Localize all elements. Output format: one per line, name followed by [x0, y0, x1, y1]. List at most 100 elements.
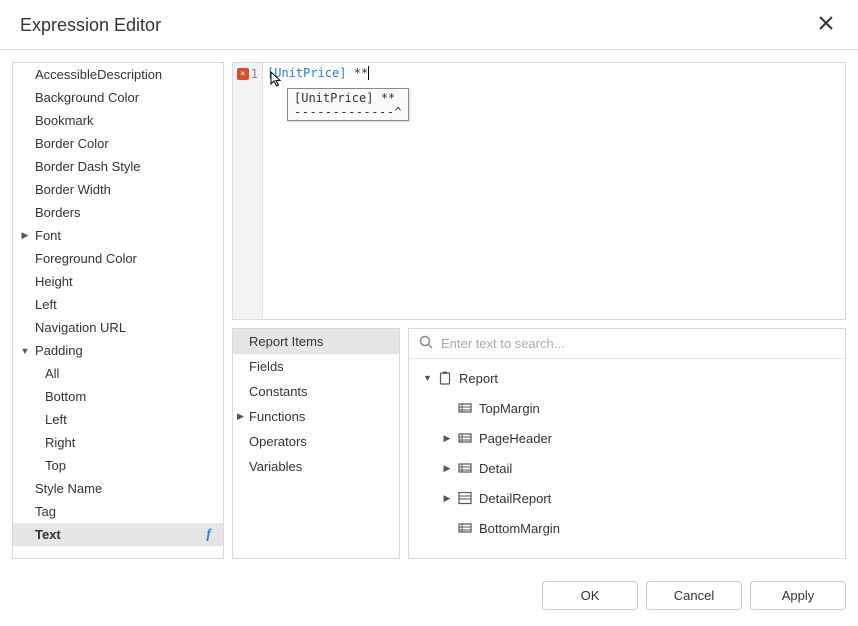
property-label: Borders	[31, 205, 217, 220]
text-caret	[368, 66, 369, 80]
property-label: Foreground Color	[31, 251, 217, 266]
property-item[interactable]: Bottom	[13, 385, 223, 408]
tree-item[interactable]: BottomMargin	[409, 513, 845, 543]
property-item[interactable]: Left	[13, 293, 223, 316]
property-item[interactable]: ▼Padding	[13, 339, 223, 362]
tree-item-label: Report	[459, 371, 498, 386]
property-label: Left	[31, 297, 217, 312]
property-item[interactable]: Borders	[13, 201, 223, 224]
category-label: Operators	[249, 434, 307, 449]
expand-toggle-icon[interactable]: ▶	[19, 230, 31, 241]
cancel-button[interactable]: Cancel	[646, 581, 742, 610]
tree-item-label: BottomMargin	[479, 521, 560, 536]
property-item[interactable]: Textf	[13, 523, 223, 546]
categories-panel[interactable]: Report Items Fields Constants ▶Functions Ope…	[232, 328, 400, 559]
property-label: Style Name	[31, 481, 217, 496]
code-trailing: **	[346, 66, 368, 80]
tree-item[interactable]: ▶DetailReport	[409, 483, 845, 513]
category-item[interactable]: Constants	[233, 379, 399, 404]
property-label: Left	[31, 412, 217, 427]
category-item[interactable]: Report Items	[233, 329, 399, 354]
tree-item[interactable]: ▶PageHeader	[409, 423, 845, 453]
band-icon	[457, 520, 473, 536]
property-label: Background Color	[31, 90, 217, 105]
band-icon	[457, 460, 473, 476]
expand-toggle-icon[interactable]: ▶	[237, 411, 249, 422]
property-label: Top	[31, 458, 217, 473]
property-item[interactable]: Border Color	[13, 132, 223, 155]
category-label: Functions	[249, 409, 305, 424]
property-item[interactable]: Right	[13, 431, 223, 454]
category-item[interactable]: Fields	[233, 354, 399, 379]
expand-toggle-icon[interactable]: ▼	[19, 346, 31, 356]
property-label: Border Color	[31, 136, 217, 151]
expression-editor[interactable]: ✕ 1 [UnitPrice] ** [UnitPrice] ** ------…	[232, 62, 846, 320]
property-item[interactable]: All	[13, 362, 223, 385]
property-item[interactable]: Tag	[13, 500, 223, 523]
property-label: Text	[31, 527, 206, 542]
band-icon	[457, 430, 473, 446]
tree-item-label: Detail	[479, 461, 512, 476]
property-item[interactable]: Border Dash Style	[13, 155, 223, 178]
property-label: Right	[31, 435, 217, 450]
tree-item[interactable]: ▼ Report	[409, 363, 845, 393]
line-number: 1	[251, 67, 258, 81]
property-label: Height	[31, 274, 217, 289]
error-tooltip: [UnitPrice] ** -------------^	[287, 88, 409, 121]
property-item[interactable]: ▶Font	[13, 224, 223, 247]
property-label: AccessibleDescription	[31, 67, 217, 82]
field-token: [UnitPrice]	[267, 66, 346, 80]
clipboard-icon	[437, 370, 453, 386]
band-detail-icon	[457, 490, 473, 506]
close-icon	[818, 15, 834, 31]
tree-item-label: TopMargin	[479, 401, 540, 416]
dialog-title: Expression Editor	[20, 15, 161, 36]
properties-panel[interactable]: AccessibleDescription Background Color Boo…	[12, 62, 224, 559]
tree-item[interactable]: ▶ Detail	[409, 453, 845, 483]
property-item[interactable]: Left	[13, 408, 223, 431]
property-item[interactable]: Style Name	[13, 477, 223, 500]
property-label: Padding	[31, 343, 217, 358]
category-label: Constants	[249, 384, 308, 399]
expand-toggle-icon[interactable]: ▶	[443, 433, 451, 444]
search-input[interactable]	[441, 336, 835, 351]
property-label: Font	[31, 228, 217, 243]
category-label: Fields	[249, 359, 284, 374]
dialog-buttons: OK Cancel Apply	[0, 571, 858, 626]
report-items-tree[interactable]: ▼ReportTopMargin▶PageHeader▶Detail▶Detai…	[409, 359, 845, 547]
expand-toggle-icon[interactable]: ▶	[443, 463, 451, 474]
property-item[interactable]: Navigation URL	[13, 316, 223, 339]
band-icon	[457, 400, 473, 416]
tree-item[interactable]: TopMargin	[409, 393, 845, 423]
property-item[interactable]: Bookmark	[13, 109, 223, 132]
property-item[interactable]: Border Width	[13, 178, 223, 201]
category-item[interactable]: Variables	[233, 454, 399, 479]
property-label: Bottom	[31, 389, 217, 404]
items-panel: ▼ReportTopMargin▶PageHeader▶Detail▶Detai…	[408, 328, 846, 559]
error-icon: ✕	[237, 68, 249, 80]
property-label: All	[31, 366, 217, 381]
apply-button[interactable]: Apply	[750, 581, 846, 610]
property-item[interactable]: Top	[13, 454, 223, 477]
close-button[interactable]	[814, 10, 838, 41]
property-label: Navigation URL	[31, 320, 217, 335]
property-item[interactable]: Foreground Color	[13, 247, 223, 270]
property-item[interactable]: Background Color	[13, 86, 223, 109]
property-label: Border Dash Style	[31, 159, 217, 174]
category-item[interactable]: ▶Functions	[233, 404, 399, 429]
category-label: Report Items	[249, 334, 323, 349]
property-label: Bookmark	[31, 113, 217, 128]
code-area[interactable]: [UnitPrice] ** [UnitPrice] ** ----------…	[263, 63, 845, 319]
search-icon	[419, 335, 433, 352]
category-label: Variables	[249, 459, 302, 474]
expression-editor-dialog: Expression Editor AccessibleDescription B…	[0, 0, 858, 626]
fx-icon: f	[206, 527, 217, 543]
expand-toggle-icon[interactable]: ▶	[443, 493, 451, 504]
property-item[interactable]: AccessibleDescription	[13, 63, 223, 86]
ok-button[interactable]: OK	[542, 581, 638, 610]
property-label: Tag	[31, 504, 217, 519]
property-item[interactable]: Height	[13, 270, 223, 293]
expand-toggle-icon[interactable]: ▼	[423, 373, 431, 383]
category-item[interactable]: Operators	[233, 429, 399, 454]
editor-gutter: ✕ 1	[233, 63, 263, 319]
